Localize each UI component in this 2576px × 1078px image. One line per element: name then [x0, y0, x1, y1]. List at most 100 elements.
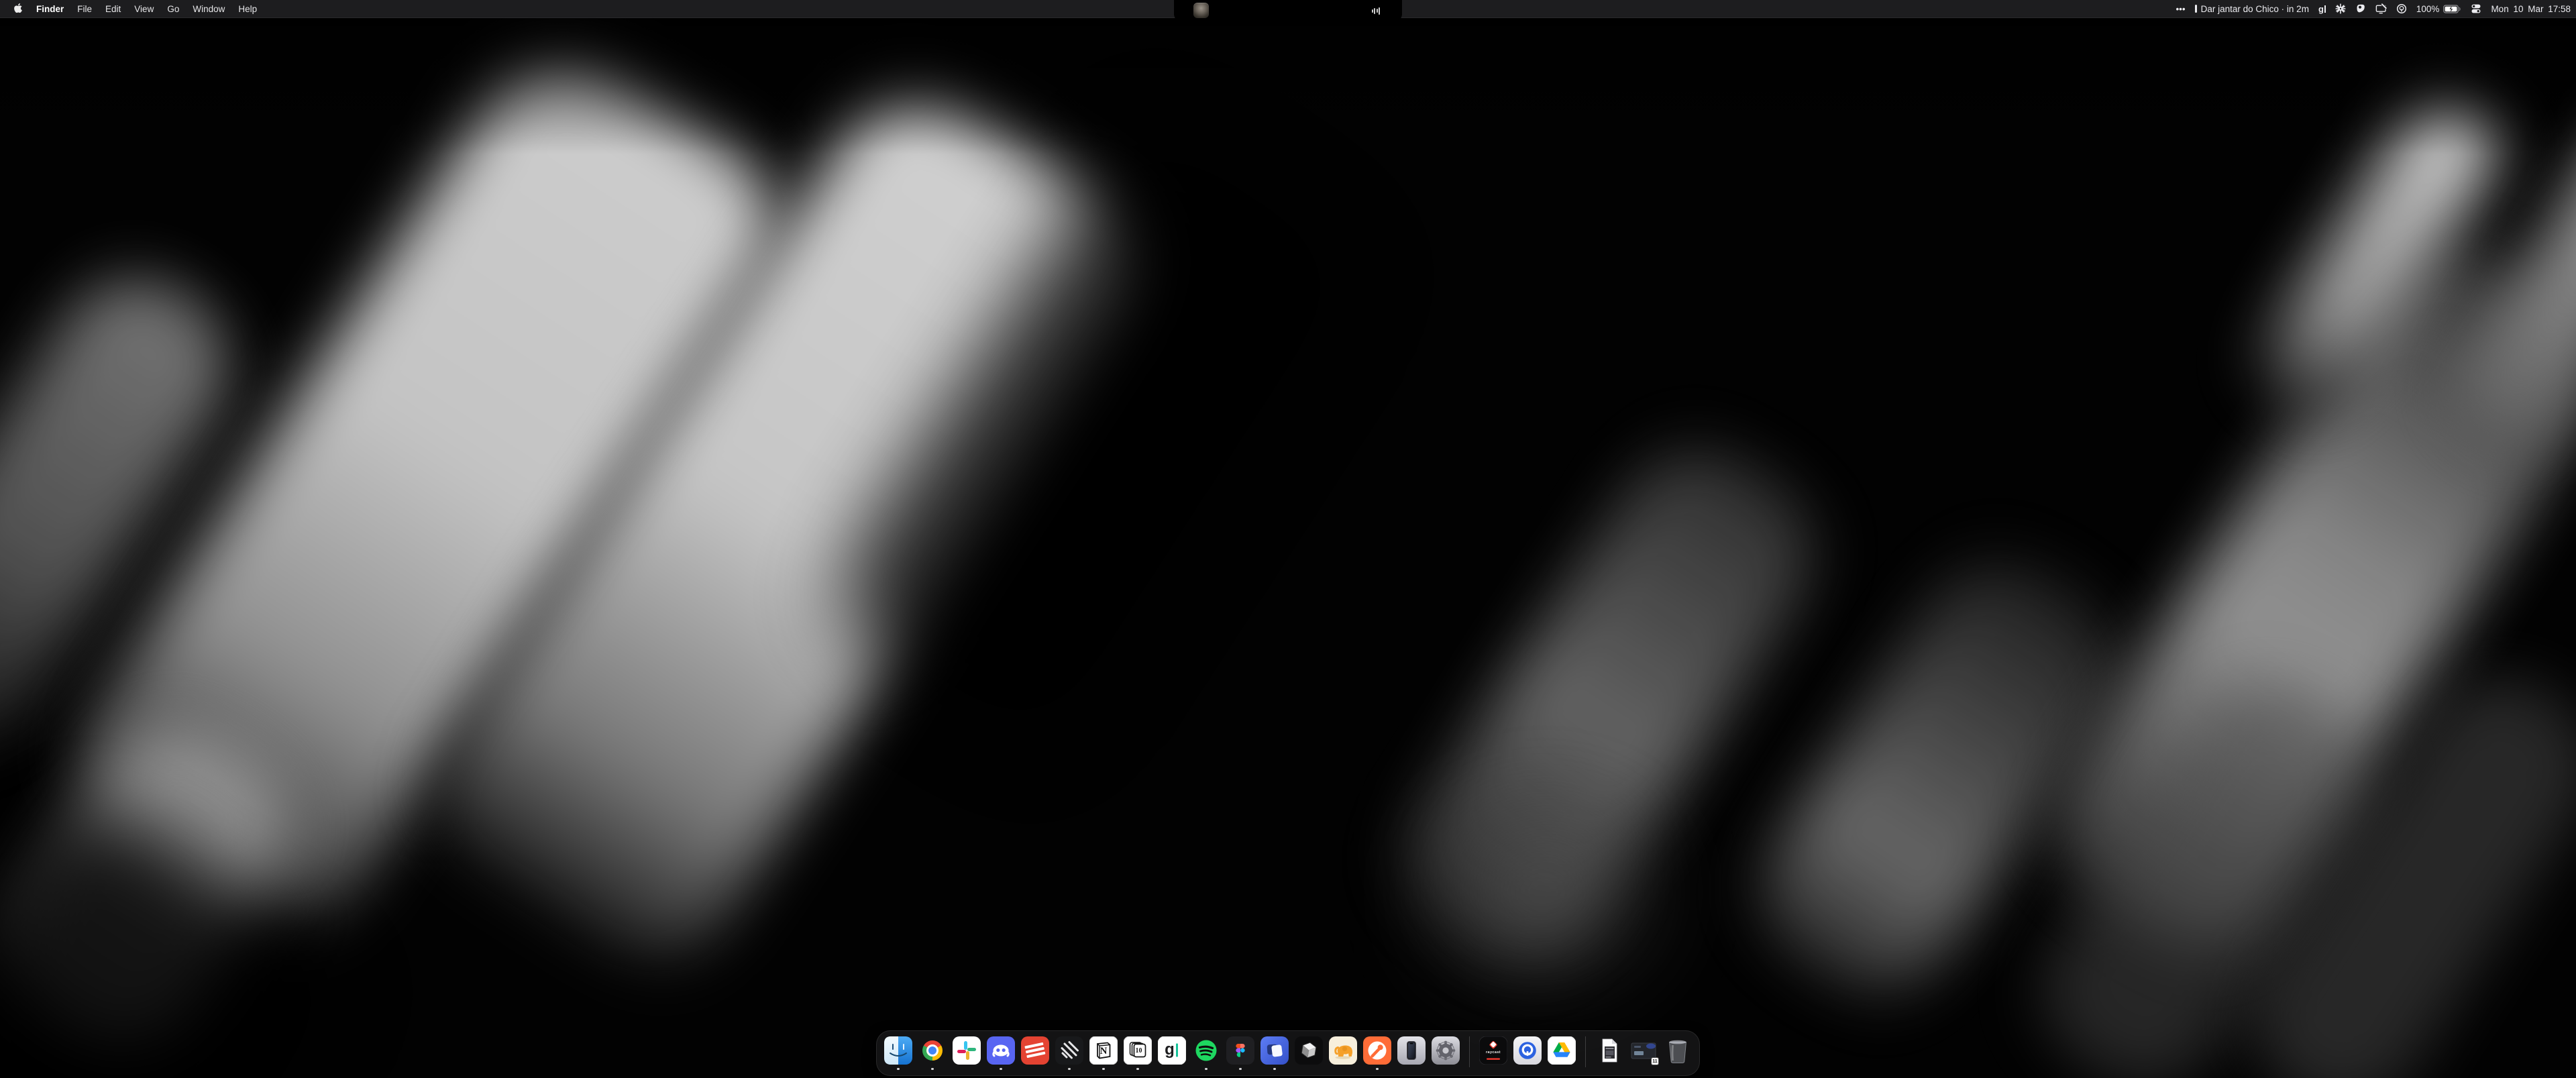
- grammarly-icon: g: [2318, 4, 2326, 14]
- dock-item-todoist[interactable]: [1020, 1036, 1050, 1065]
- wallpaper-blob: [1355, 738, 1731, 1046]
- cube-3d-app-icon: [1295, 1036, 1323, 1065]
- menu-app-name[interactable]: Finder: [30, 0, 70, 17]
- dock-item-system-settings[interactable]: [1431, 1036, 1460, 1065]
- notion-calendar-icon: 10: [1124, 1036, 1152, 1065]
- running-indicator: [1205, 1068, 1208, 1071]
- notion-glyph: N: [1089, 1036, 1118, 1065]
- wallpaper: [0, 0, 2576, 1078]
- dock-item-linear[interactable]: [1055, 1036, 1084, 1065]
- status-toggle-icon[interactable]: [2471, 0, 2481, 17]
- dock: N 10 g raycast 11: [876, 1030, 1700, 1076]
- discord-icon: [987, 1036, 1015, 1065]
- notion-icon: N: [1089, 1036, 1118, 1065]
- iphone-mirroring-icon: [1397, 1036, 1426, 1065]
- elephant-db-app-icon: [1329, 1036, 1357, 1065]
- status-clock[interactable]: Mon 10 Mar 17:58: [2491, 0, 2571, 17]
- running-indicator: [1376, 1068, 1379, 1071]
- running-indicator: [1239, 1068, 1242, 1071]
- apple-menu[interactable]: [9, 0, 30, 17]
- dock-item-document-file[interactable]: [1595, 1036, 1624, 1065]
- dock-item-trash[interactable]: [1663, 1036, 1693, 1065]
- figma-icon: [1226, 1036, 1254, 1065]
- status-display-icon[interactable]: [2375, 0, 2387, 17]
- grammarly-icon: g: [1158, 1036, 1186, 1065]
- gear-icon: [2335, 3, 2346, 14]
- display-icon: [2375, 3, 2387, 14]
- dock-item-notion[interactable]: N: [1089, 1036, 1118, 1065]
- trash-icon: [1664, 1036, 1692, 1065]
- dock-item-google-drive[interactable]: [1547, 1036, 1576, 1065]
- dock-inner: N 10 g raycast 11: [883, 1036, 1693, 1067]
- dock-item-figma[interactable]: [1226, 1036, 1255, 1065]
- event-color-bar: [2195, 5, 2197, 13]
- menu-item-view[interactable]: View: [127, 0, 160, 17]
- status-overflow[interactable]: •••: [2176, 0, 2185, 17]
- menu-item-help[interactable]: Help: [231, 0, 264, 17]
- running-indicator: [1000, 1068, 1002, 1071]
- audio-visualizer-icon: [1372, 0, 1381, 21]
- status-event[interactable]: Dar jantar do Chico · in 2m: [2195, 0, 2309, 17]
- chrome-icon: [918, 1036, 947, 1065]
- running-indicator: [1136, 1068, 1139, 1071]
- battery-icon: [2443, 5, 2461, 13]
- dock-item-notion-calendar[interactable]: 10: [1123, 1036, 1152, 1065]
- dock-item-raycast[interactable]: raycast: [1479, 1036, 1508, 1065]
- status-gear-icon[interactable]: [2335, 0, 2346, 17]
- wallpaper-top-shade: [0, 0, 2576, 154]
- notion-calendar-glyph: 10: [1134, 1045, 1144, 1056]
- linear-icon: [1055, 1036, 1083, 1065]
- grammarly-glyph: g: [1158, 1036, 1186, 1065]
- running-indicator: [931, 1068, 934, 1071]
- menu-item-window[interactable]: Window: [186, 0, 231, 17]
- running-indicator: [897, 1068, 900, 1071]
- google-drive-icon: [1548, 1036, 1576, 1065]
- status-clock-text: Mon 10 Mar 17:58: [2491, 4, 2571, 14]
- desktop: { "colors": { "menu_bar_bg": "#1d1d1f", …: [0, 0, 2576, 1078]
- menu-item-edit[interactable]: Edit: [99, 0, 127, 17]
- dock-item-chrome[interactable]: [918, 1036, 947, 1065]
- window-stack-app-icon: [1260, 1036, 1289, 1065]
- dock-item-postman[interactable]: [1362, 1036, 1392, 1065]
- menu-bar-status: ••• Dar jantar do Chico · in 2m g 100% Mon 1…: [2176, 0, 2571, 17]
- dock-separator: [1469, 1036, 1470, 1067]
- dock-item-iphone-mirroring[interactable]: [1397, 1036, 1426, 1065]
- dock-item-onepassword[interactable]: [1513, 1036, 1542, 1065]
- spotify-icon: [1192, 1036, 1220, 1065]
- toggle-icon: [2471, 3, 2481, 14]
- status-onepassword-icon[interactable]: [2396, 0, 2407, 17]
- status-battery-icon[interactable]: 100%: [2416, 0, 2462, 17]
- notch-now-playing-widget[interactable]: [1174, 0, 1402, 21]
- todoist-icon: [1021, 1036, 1049, 1065]
- running-indicator: [1102, 1068, 1105, 1071]
- finder-icon: [884, 1036, 912, 1065]
- status-battery-text: 100%: [2416, 4, 2440, 14]
- menu-item-file[interactable]: File: [70, 0, 99, 17]
- dock-item-slack[interactable]: [952, 1036, 981, 1065]
- status-overflow-text: •••: [2176, 4, 2185, 14]
- apple-icon: [13, 3, 23, 15]
- postman-icon: [1363, 1036, 1391, 1065]
- status-event-text: Dar jantar do Chico · in 2m: [2201, 4, 2309, 14]
- menu-item-go[interactable]: Go: [160, 0, 186, 17]
- raycast-icon: raycast: [1479, 1036, 1507, 1065]
- onepassword-icon: [1513, 1036, 1542, 1065]
- dock-item-screenshot-file[interactable]: 11: [1629, 1036, 1658, 1065]
- screenshot-file-icon: 11: [1629, 1036, 1658, 1065]
- running-indicator: [1068, 1068, 1071, 1071]
- dock-item-finder[interactable]: [883, 1036, 913, 1065]
- dock-item-grammarly[interactable]: g: [1157, 1036, 1187, 1065]
- dock-item-window-stack-app[interactable]: [1260, 1036, 1289, 1065]
- dock-item-spotify[interactable]: [1191, 1036, 1221, 1065]
- running-indicator: [1273, 1068, 1276, 1071]
- dock-separator: [1585, 1036, 1586, 1067]
- slack-icon: [953, 1036, 981, 1065]
- status-pick-icon[interactable]: [2355, 0, 2366, 17]
- menu-bar-left: Finder FileEditViewGoWindowHelp: [0, 0, 264, 17]
- dock-item-discord[interactable]: [986, 1036, 1016, 1065]
- system-settings-icon: [1432, 1036, 1460, 1065]
- dock-item-elephant-db-app[interactable]: [1328, 1036, 1358, 1065]
- status-grammarly[interactable]: g: [2318, 0, 2326, 17]
- dock-item-cube-3d-app[interactable]: [1294, 1036, 1324, 1065]
- document-file-icon: [1595, 1036, 1623, 1065]
